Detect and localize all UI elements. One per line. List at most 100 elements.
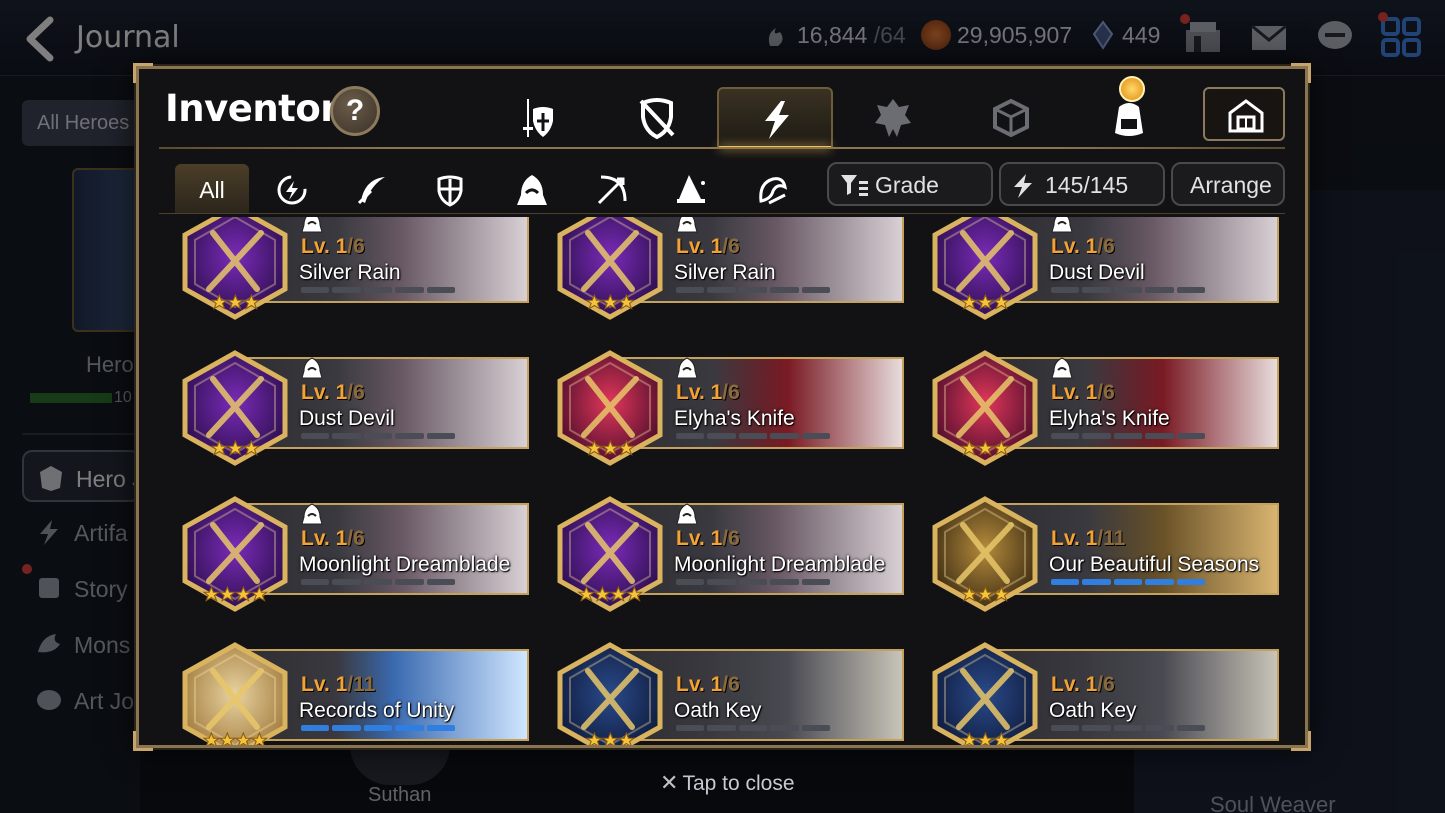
- artifact-card[interactable]: Lv. 1/6 Moonlight Dreamblade: [554, 496, 906, 612]
- artifact-level-current: Lv. 1: [301, 673, 348, 696]
- progress-segment: [676, 579, 705, 585]
- progress-segment: [395, 725, 424, 731]
- artifact-level-max: /6: [722, 673, 740, 696]
- tab-equipment[interactable]: [479, 87, 595, 147]
- star-rating: [210, 439, 261, 456]
- storage-house-icon: [1228, 99, 1264, 133]
- artifact-card[interactable]: Lv. 1/6 Silver Rain: [179, 217, 531, 320]
- progress-segment: [1176, 725, 1206, 731]
- capacity-indicator[interactable]: 145/145: [999, 162, 1165, 206]
- progress-segment: [1176, 287, 1206, 293]
- backpack-icon: [1115, 103, 1143, 136]
- progress-segment: [363, 579, 393, 585]
- progress-segment: [363, 433, 393, 439]
- tab-materials[interactable]: [953, 87, 1069, 147]
- artifact-card[interactable]: Lv. 1/11 Records of Unity: [179, 642, 531, 745]
- star-rating: [960, 731, 1011, 745]
- tap-to-close[interactable]: ✕ Tap to close: [660, 770, 795, 796]
- artifact-level-max: /6: [722, 381, 740, 404]
- enhance-progress-bar: [301, 725, 456, 731]
- broken-shield-icon: [639, 98, 675, 139]
- artifact-card[interactable]: Lv. 1/6 Oath Key: [554, 642, 906, 745]
- progress-segment: [676, 287, 705, 293]
- filter-all[interactable]: All: [175, 164, 249, 214]
- help-button[interactable]: ?: [330, 86, 380, 136]
- artifact-level-current: Lv. 1: [676, 673, 723, 696]
- enhance-progress-bar: [301, 579, 456, 585]
- progress-segment: [301, 433, 330, 439]
- artifact-level-max: /11: [347, 673, 376, 696]
- artifact-card[interactable]: Lv. 1/6 Oath Key: [929, 642, 1281, 745]
- progress-segment: [395, 579, 424, 585]
- progress-segment: [676, 725, 705, 731]
- artifact-name: Moonlight Dreamblade: [674, 553, 886, 576]
- artifact-name: Elyha's Knife: [674, 407, 795, 430]
- arrange-button[interactable]: Arrange: [1171, 162, 1285, 206]
- artifact-level-max: /6: [347, 235, 365, 258]
- artifact-level: Lv. 1/6: [1051, 673, 1115, 697]
- star-rating: [585, 293, 636, 310]
- tab-artifacts[interactable]: [717, 87, 833, 149]
- progress-segment: [332, 725, 361, 731]
- filter-archer[interactable]: [575, 164, 649, 214]
- hood-icon: [301, 217, 323, 233]
- progress-segment: [707, 287, 736, 293]
- artifact-level-current: Lv. 1: [1051, 235, 1098, 258]
- enhance-progress-bar: [676, 287, 831, 293]
- soul-weaver-icon: [759, 177, 788, 205]
- progress-segment: [395, 433, 424, 439]
- artifact-level: Lv. 1/6: [301, 235, 365, 259]
- tab-disabled-equipment[interactable]: [599, 87, 715, 147]
- star-rating: [960, 585, 1011, 602]
- progress-segment: [426, 579, 456, 585]
- filter-knight[interactable]: [413, 164, 487, 214]
- progress-segment: [801, 579, 831, 585]
- filter-element[interactable]: [255, 164, 329, 214]
- sword-shield-icon: [523, 99, 553, 137]
- artifact-card[interactable]: Lv. 1/11 Our Beautiful Seasons: [929, 496, 1281, 612]
- progress-segment: [801, 287, 831, 293]
- hood-icon: [1051, 217, 1073, 233]
- artifact-name: Elyha's Knife: [1049, 407, 1170, 430]
- artifact-level-max: /6: [1097, 381, 1115, 404]
- artifact-level-current: Lv. 1: [676, 235, 723, 258]
- filter-thief[interactable]: [495, 164, 569, 214]
- feather-icon: [357, 177, 385, 205]
- artifact-level-current: Lv. 1: [1051, 527, 1098, 550]
- progress-segment: [1082, 725, 1111, 731]
- hood-icon: [676, 357, 698, 379]
- progress-segment: [707, 433, 736, 439]
- grade-sort-button[interactable]: Grade: [827, 162, 993, 206]
- artifact-level-current: Lv. 1: [301, 235, 348, 258]
- progress-segment: [738, 725, 768, 731]
- artifact-card[interactable]: Lv. 1/6 Moonlight Dreamblade: [179, 496, 531, 612]
- artifact-name: Silver Rain: [674, 261, 776, 284]
- artifact-card[interactable]: Lv. 1/6 Elyha's Knife: [929, 350, 1281, 466]
- crest-icon: [875, 99, 911, 137]
- storage-button[interactable]: [1203, 87, 1285, 141]
- artifact-level-max: /6: [1097, 673, 1115, 696]
- tab-catalysts[interactable]: [835, 87, 951, 147]
- progress-segment: [301, 287, 330, 293]
- artifact-level-current: Lv. 1: [1051, 381, 1098, 404]
- progress-segment: [1145, 433, 1174, 439]
- artifact-name: Silver Rain: [299, 261, 401, 284]
- artifact-card[interactable]: Lv. 1/6 Dust Devil: [179, 350, 531, 466]
- progress-segment: [1113, 287, 1143, 293]
- artifact-card[interactable]: Lv. 1/6 Elyha's Knife: [554, 350, 906, 466]
- filter-mage[interactable]: [655, 164, 729, 214]
- star-rating: [585, 731, 636, 745]
- artifact-card[interactable]: Lv. 1/6 Silver Rain: [554, 217, 906, 320]
- artifact-level: Lv. 1/6: [676, 381, 740, 405]
- filter-soul-weaver[interactable]: [735, 164, 809, 214]
- artifact-level-current: Lv. 1: [676, 527, 723, 550]
- hood-icon: [301, 357, 323, 379]
- artifact-name: Dust Devil: [1049, 261, 1145, 284]
- artifact-card[interactable]: Lv. 1/6 Dust Devil: [929, 217, 1281, 320]
- bag-badge-icon: [1119, 76, 1145, 102]
- artifact-level-max: /6: [722, 527, 740, 550]
- filter-ranger[interactable]: [335, 164, 409, 214]
- artifact-level-max: /6: [347, 381, 365, 404]
- frame-corner: [1291, 63, 1311, 83]
- enhance-progress-bar: [1051, 725, 1206, 731]
